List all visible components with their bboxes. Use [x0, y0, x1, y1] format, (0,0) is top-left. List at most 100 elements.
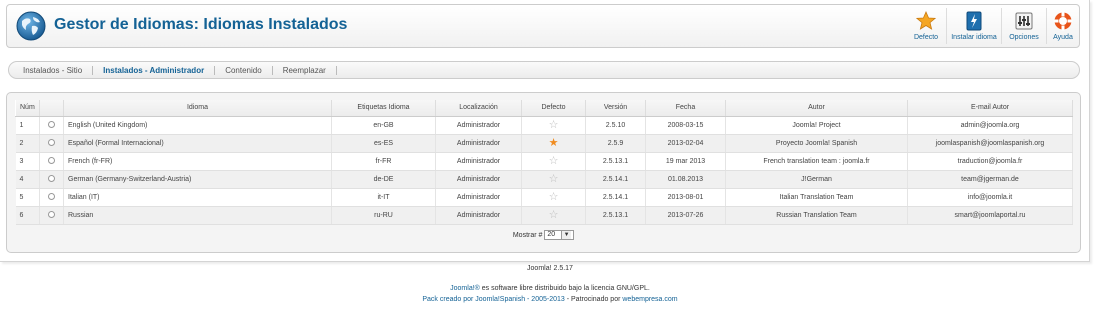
main-panel: Núm Idioma Etiquetas Idioma Localización… [6, 92, 1081, 253]
row-num: 3 [15, 152, 40, 171]
row-author: J!German [725, 170, 908, 189]
row-author: Italian Translation Team [725, 188, 908, 207]
column-header-tag[interactable]: Etiquetas Idioma [331, 100, 436, 117]
table-header-row: Núm Idioma Etiquetas Idioma Localización… [15, 100, 1073, 117]
pagination: Mostrar # 20 ▼ [7, 230, 1080, 240]
table-row: 5 Italian (IT) it-IT Administrador ☆ 2.5.14.1… [15, 188, 1073, 207]
row-author: Proyecto Joomla! Spanish [725, 134, 908, 153]
limit-label: Mostrar # [512, 231, 543, 239]
row-email: smart@joomlaportal.ru [907, 206, 1073, 225]
row-default: ☆ [521, 170, 586, 189]
column-header-select [39, 100, 64, 117]
page-title: Gestor de Idiomas: Idiomas Instalados [54, 16, 348, 33]
set-default-star-icon[interactable]: ☆ [549, 191, 559, 203]
languages-table: Núm Idioma Etiquetas Idioma Localización… [15, 100, 1073, 225]
row-version: 2.5.9 [585, 134, 646, 153]
tab-installed-site[interactable]: Instalados - Sitio [19, 65, 94, 75]
column-header-num[interactable]: Núm [15, 100, 40, 117]
row-email: joomlaspanish@joomlaspanish.org [907, 134, 1073, 153]
row-email: admin@joomla.org [907, 116, 1073, 135]
row-author: Joomla! Project [725, 116, 908, 135]
row-tag: es-ES [331, 134, 436, 153]
row-language: Español (Formal Internacional) [63, 134, 332, 153]
footer-version: Joomla! 2.5.17 [527, 265, 573, 272]
column-header-version[interactable]: Versión [585, 100, 646, 117]
tab-content[interactable]: Contenido [221, 65, 273, 75]
chevron-down-icon: ▼ [561, 231, 572, 239]
row-num: 2 [15, 134, 40, 153]
row-select-radio [39, 116, 64, 135]
limit-select[interactable]: 20 ▼ [544, 230, 575, 240]
tab-installed-administrator[interactable]: Instalados - Administrador [99, 65, 216, 75]
row-version: 2.5.13.1 [585, 152, 646, 171]
default-button[interactable]: Defecto [906, 5, 946, 47]
row-location: Administrador [435, 152, 522, 171]
row-default: ☆ [521, 152, 586, 171]
column-header-location[interactable]: Localización [435, 100, 522, 117]
toolbar-buttons: Defecto Instalar idioma Opciones Ayuda [906, 5, 1079, 47]
row-date: 01.08.2013 [645, 170, 726, 189]
row-language: German (Germany-Switzerland-Austria) [63, 170, 332, 189]
row-email: info@joomla.it [907, 188, 1073, 207]
row-num: 5 [15, 188, 40, 207]
column-header-author[interactable]: Autor [725, 100, 908, 117]
row-location: Administrador [435, 134, 522, 153]
row-date: 2013-02-04 [645, 134, 726, 153]
row-tag: de-DE [331, 170, 436, 189]
radio-button[interactable] [48, 211, 55, 219]
row-location: Administrador [435, 170, 522, 189]
joomla-link[interactable]: Joomla!® [450, 285, 480, 292]
row-location: Administrador [435, 206, 522, 225]
radio-button[interactable] [48, 139, 55, 147]
row-default: ☆ [521, 116, 586, 135]
row-email: team@jgerman.de [907, 170, 1073, 189]
column-header-author-email[interactable]: E-mail Autor [907, 100, 1073, 117]
row-location: Administrador [435, 188, 522, 207]
row-tag: fr-FR [331, 152, 436, 171]
languages-table-body: 1 English (United Kingdom) en-GB Administra… [15, 116, 1073, 225]
row-num: 1 [15, 116, 40, 135]
row-email: traduction@joomla.fr [907, 152, 1073, 171]
row-default: ☆ [521, 206, 586, 225]
toolbar: Gestor de Idiomas: Idiomas Instalados De… [6, 4, 1080, 48]
joomlaspanish-link[interactable]: Pack creado por Joomla!Spanish - 2005-20… [422, 296, 564, 303]
radio-button[interactable] [48, 121, 55, 129]
row-date: 2013-08-01 [645, 188, 726, 207]
install-language-button[interactable]: Instalar idioma [947, 5, 1001, 47]
row-location: Administrador [435, 116, 522, 135]
set-default-star-icon[interactable]: ☆ [549, 155, 559, 167]
table-row: 4 German (Germany-Switzerland-Austria) de-… [15, 170, 1073, 189]
row-author: Russian Translation Team [725, 206, 908, 225]
set-default-star-icon[interactable]: ☆ [549, 173, 559, 185]
default-star-icon[interactable]: ★ [549, 137, 559, 149]
row-num: 4 [15, 170, 40, 189]
column-header-date[interactable]: Fecha [645, 100, 726, 117]
table-row: 1 English (United Kingdom) en-GB Administra… [15, 116, 1073, 135]
row-date: 2013-07-26 [645, 206, 726, 225]
set-default-star-icon[interactable]: ☆ [549, 209, 559, 221]
set-default-star-icon[interactable]: ☆ [549, 119, 559, 131]
table-row: 3 French (fr-FR) fr-FR Administrador ☆ 2.5.13… [15, 152, 1073, 171]
sponsor-text: - Patrocinado por [564, 296, 623, 303]
row-version: 2.5.14.1 [585, 188, 646, 207]
radio-button[interactable] [48, 193, 55, 201]
webempresa-link[interactable]: webempresa.com [622, 296, 677, 303]
help-icon [1053, 11, 1073, 31]
help-button[interactable]: Ayuda [1047, 5, 1079, 47]
row-select-radio [39, 152, 64, 171]
column-header-language[interactable]: Idioma [63, 100, 332, 117]
radio-button[interactable] [48, 175, 55, 183]
options-button[interactable]: Opciones [1002, 5, 1046, 47]
limit-value: 20 [547, 231, 556, 238]
row-tag: en-GB [331, 116, 436, 135]
row-language: Italian (IT) [63, 188, 332, 207]
tab-override[interactable]: Reemplazar [279, 65, 337, 75]
column-header-default[interactable]: Defecto [521, 100, 586, 117]
footer-license: Joomla!® es software libre distribuido b… [0, 285, 1100, 292]
row-select-radio [39, 188, 64, 207]
radio-button[interactable] [48, 157, 55, 165]
row-default: ☆ [521, 188, 586, 207]
default-button-label: Defecto [913, 34, 939, 41]
license-text: es software libre distribuido bajo la li… [479, 285, 650, 292]
table-row: 2 Español (Formal Internacional) es-ES Admi… [15, 134, 1073, 153]
